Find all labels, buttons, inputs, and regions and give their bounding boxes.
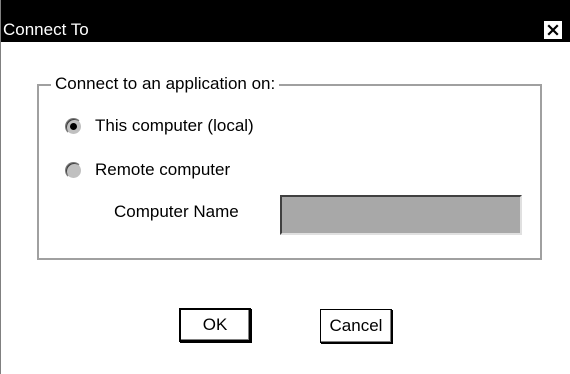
radio-option-remote[interactable]: Remote computer [65, 160, 230, 180]
close-button[interactable] [543, 20, 563, 40]
close-icon [547, 24, 559, 36]
groupbox-legend: Connect to an application on: [51, 74, 280, 94]
connect-to-dialog: Connect To Connect to an application on:… [0, 0, 570, 374]
ok-button[interactable]: OK [179, 308, 251, 342]
radio-remote[interactable] [65, 161, 82, 179]
computer-name-input[interactable] [280, 195, 522, 235]
window-title: Connect To [3, 20, 89, 39]
radio-remote-label[interactable]: Remote computer [95, 160, 230, 180]
computer-name-label: Computer Name [114, 202, 239, 221]
radio-option-local[interactable]: This computer (local) [65, 116, 254, 136]
cancel-button[interactable]: Cancel [320, 309, 392, 343]
radio-local-label[interactable]: This computer (local) [95, 116, 254, 136]
title-bar[interactable]: Connect To [1, 0, 570, 42]
radio-local[interactable] [65, 117, 82, 135]
